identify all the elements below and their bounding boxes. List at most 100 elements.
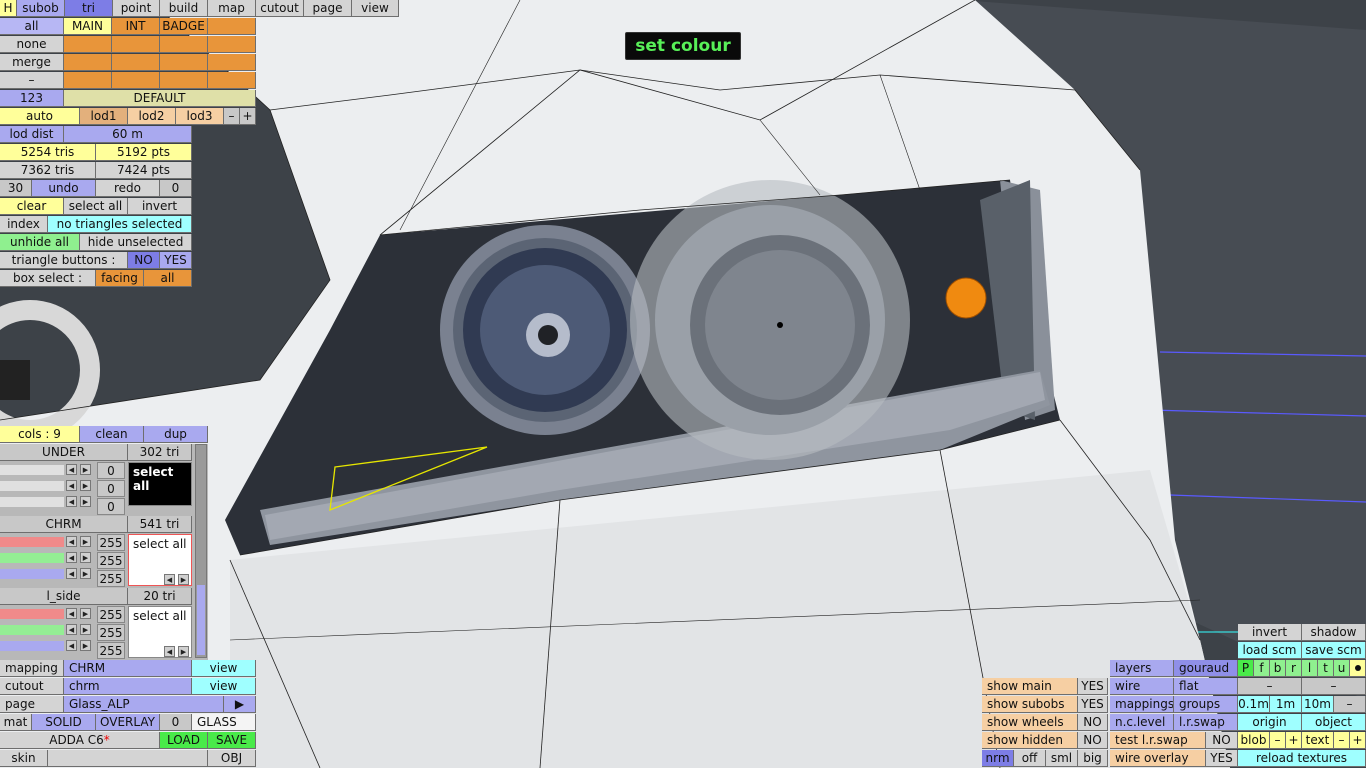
arrow-left-icon[interactable]: ◀ xyxy=(66,464,77,475)
menu-point[interactable]: point xyxy=(113,0,160,17)
layer-cell[interactable] xyxy=(112,72,160,89)
arrow-right-icon[interactable]: ▶ xyxy=(80,608,91,619)
arrow-left-icon[interactable]: ◀ xyxy=(66,480,77,491)
mapping-value[interactable]: CHRM xyxy=(64,660,192,677)
play-icon[interactable]: ▶ xyxy=(224,696,256,713)
glass-button[interactable]: GLASS xyxy=(192,714,256,731)
arrow-left-icon[interactable]: ◀ xyxy=(66,624,77,635)
select-all-swatch[interactable]: select all xyxy=(128,462,192,506)
layer-main[interactable]: MAIN xyxy=(64,18,112,35)
minus-button[interactable]: – xyxy=(1238,678,1302,695)
redo-button[interactable]: redo xyxy=(96,180,160,197)
save-button[interactable]: SAVE xyxy=(208,732,256,749)
lod-name[interactable]: DEFAULT xyxy=(64,90,256,107)
arrow-right-icon[interactable]: ▶ xyxy=(178,646,189,657)
menu-cutout[interactable]: cutout xyxy=(256,0,304,17)
clear-button[interactable]: clear xyxy=(0,198,64,215)
arrow-right-icon[interactable]: ▶ xyxy=(80,536,91,547)
material-name[interactable]: l_side xyxy=(0,588,128,605)
flat-button[interactable]: flat xyxy=(1174,678,1238,695)
layer-cell[interactable] xyxy=(160,36,208,53)
skin-value[interactable] xyxy=(48,750,208,767)
layer-empty[interactable] xyxy=(208,18,256,35)
sml-button[interactable]: sml xyxy=(1046,750,1078,767)
none-button[interactable]: none xyxy=(0,36,64,53)
merge-button[interactable]: merge xyxy=(0,54,64,71)
menu-subob[interactable]: subob xyxy=(17,0,65,17)
layer-cell[interactable] xyxy=(112,54,160,71)
layer-cell[interactable] xyxy=(208,54,256,71)
arrow-left-icon[interactable]: ◀ xyxy=(66,608,77,619)
mapping-view-button[interactable]: view xyxy=(192,660,256,677)
layer-badge[interactable]: BADGE xyxy=(160,18,208,35)
red-value[interactable]: 0 xyxy=(97,462,125,479)
red-slider[interactable] xyxy=(0,465,64,475)
view-dot-button[interactable] xyxy=(1350,660,1366,677)
blob-plus[interactable]: + xyxy=(1286,732,1302,749)
mappings-button[interactable]: mappings xyxy=(1110,696,1174,713)
blue-slider[interactable] xyxy=(0,569,64,579)
red-value[interactable]: 255 xyxy=(97,534,125,551)
clean-button[interactable]: clean xyxy=(80,426,144,443)
page-value[interactable]: Glass_ALP xyxy=(64,696,224,713)
arrow-left-icon[interactable]: ◀ xyxy=(66,552,77,563)
hide-unselected-button[interactable]: hide unselected xyxy=(80,234,192,251)
arrow-right-icon[interactable]: ▶ xyxy=(80,480,91,491)
arrow-right-icon[interactable]: ▶ xyxy=(80,568,91,579)
lod1-button[interactable]: lod1 xyxy=(80,108,128,125)
select-all-layers[interactable]: all xyxy=(0,18,64,35)
green-value[interactable]: 0 xyxy=(97,480,125,497)
nc-level-button[interactable]: n.c.level xyxy=(1110,714,1174,731)
shadow-button[interactable]: shadow xyxy=(1302,624,1366,641)
menu-view[interactable]: view xyxy=(352,0,399,17)
view-f-button[interactable]: f xyxy=(1254,660,1270,677)
lod-number[interactable]: 123 xyxy=(0,90,64,107)
show-main-value[interactable]: YES xyxy=(1078,678,1108,695)
grid-minus-button[interactable]: – xyxy=(1334,696,1366,713)
show-main-toggle[interactable]: show main xyxy=(982,678,1078,695)
wire-button[interactable]: wire xyxy=(1110,678,1174,695)
test-lr-swap-toggle[interactable]: test l.r.swap xyxy=(1110,732,1206,749)
colour-scrollbar[interactable] xyxy=(195,444,207,658)
h-button[interactable]: H xyxy=(0,0,17,17)
load-scm-button[interactable]: load scm xyxy=(1238,642,1302,659)
material-name[interactable]: CHRM xyxy=(0,516,128,533)
arrow-left-icon[interactable]: ◀ xyxy=(66,536,77,547)
tri-buttons-yes[interactable]: YES xyxy=(160,252,192,269)
show-hidden-value[interactable]: NO xyxy=(1078,732,1108,749)
minus-button[interactable]: – xyxy=(1302,678,1366,695)
layer-cell[interactable] xyxy=(112,36,160,53)
show-wheels-value[interactable]: NO xyxy=(1078,714,1108,731)
blob-minus[interactable]: – xyxy=(1270,732,1286,749)
view-t-button[interactable]: t xyxy=(1318,660,1334,677)
green-value[interactable]: 255 xyxy=(97,624,125,641)
lod-auto[interactable]: auto xyxy=(0,108,80,125)
lod-plus[interactable]: + xyxy=(240,108,256,125)
red-value[interactable]: 255 xyxy=(97,606,125,623)
layer-cell[interactable] xyxy=(160,72,208,89)
solid-button[interactable]: SOLID xyxy=(32,714,96,731)
object-button[interactable]: object xyxy=(1302,714,1366,731)
menu-page[interactable]: page xyxy=(304,0,352,17)
lod-dist-value[interactable]: 60 m xyxy=(64,126,192,143)
layer-cell[interactable] xyxy=(64,54,112,71)
green-value[interactable]: 255 xyxy=(97,552,125,569)
blue-slider[interactable] xyxy=(0,497,64,507)
arrow-right-icon[interactable]: ▶ xyxy=(80,624,91,635)
big-button[interactable]: big xyxy=(1078,750,1108,767)
grid-10m-button[interactable]: 10m xyxy=(1302,696,1334,713)
invert-button[interactable]: invert xyxy=(128,198,192,215)
green-slider[interactable] xyxy=(0,553,64,563)
arrow-left-icon[interactable]: ◀ xyxy=(66,640,77,651)
layer-int[interactable]: INT xyxy=(112,18,160,35)
red-slider[interactable] xyxy=(0,609,64,619)
blue-value[interactable]: 255 xyxy=(97,642,125,659)
arrow-left-icon[interactable]: ◀ xyxy=(66,568,77,579)
blue-slider[interactable] xyxy=(0,641,64,651)
dash-button[interactable]: – xyxy=(0,72,64,89)
show-subobs-value[interactable]: YES xyxy=(1078,696,1108,713)
show-hidden-toggle[interactable]: show hidden xyxy=(982,732,1078,749)
view-b-button[interactable]: b xyxy=(1270,660,1286,677)
reload-textures-button[interactable]: reload textures xyxy=(1238,750,1366,767)
blue-value[interactable]: 0 xyxy=(97,498,125,515)
